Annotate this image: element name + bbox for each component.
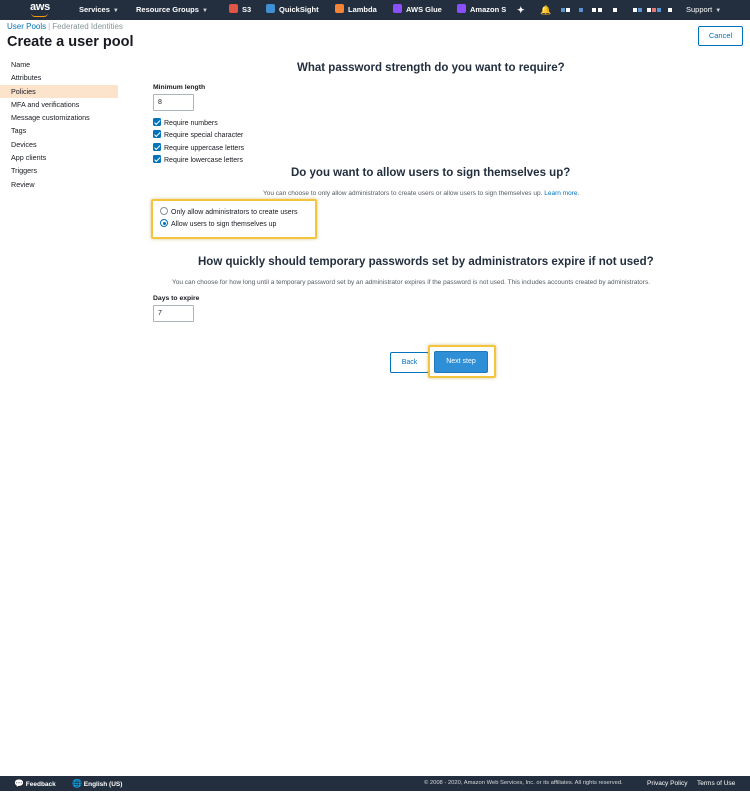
sidebar-item-tags[interactable]: Tags <box>0 124 118 137</box>
shortcut-lambda[interactable]: Lambda <box>335 0 377 20</box>
user-menu[interactable] <box>633 0 673 20</box>
sidebar-item-review[interactable]: Review <box>0 178 118 191</box>
password-expiry-description: You can choose for how long until a temp… <box>172 279 650 286</box>
signup-heading: Do you want to allow users to sign thems… <box>291 167 571 179</box>
chevron-down-icon: ▼ <box>201 8 208 14</box>
checkbox-checked-icon <box>153 155 161 163</box>
sidebar-item-triggers[interactable]: Triggers <box>0 164 118 177</box>
signup-description-text: You can choose to only allow administrat… <box>263 190 543 197</box>
password-strength-heading: What password strength do you want to re… <box>297 62 565 74</box>
wizard-sidebar: Name Attributes Policies MFA and verific… <box>0 58 118 191</box>
terms-of-use-link[interactable]: Terms of Use <box>697 776 735 791</box>
page-title: Create a user pool <box>7 34 134 50</box>
shortcut-s3[interactable]: S3 <box>229 0 251 20</box>
radio-label: Allow users to sign themselves up <box>171 221 277 228</box>
password-expiry-heading: How quickly should temporary passwords s… <box>198 256 654 268</box>
lambda-icon <box>335 4 344 13</box>
radio-unselected-icon <box>160 207 168 215</box>
sidebar-item-message-customizations[interactable]: Message customizations <box>0 111 118 124</box>
services-menu[interactable]: Services ▼ <box>79 0 119 20</box>
feedback-link[interactable]: 💬 Feedback <box>14 776 56 791</box>
checkbox-checked-icon <box>153 130 161 138</box>
days-to-expire-label: Days to expire <box>153 295 200 302</box>
chevron-down-icon: ▼ <box>112 8 119 14</box>
shortcut-amazon-s[interactable]: Amazon S <box>457 0 506 20</box>
sidebar-item-app-clients[interactable]: App clients <box>0 151 118 164</box>
require-numbers-checkbox[interactable]: Require numbers <box>153 118 218 128</box>
feedback-label: Feedback <box>25 781 56 788</box>
checkbox-label: Require uppercase letters <box>164 145 245 152</box>
shortcut-label: AWS Glue <box>406 5 442 14</box>
globe-icon: 🌐 <box>72 779 82 788</box>
radio-selected-icon <box>160 219 168 227</box>
sidebar-item-name[interactable]: Name <box>0 58 118 71</box>
shortcut-label: QuickSight <box>279 5 319 14</box>
aws-logo[interactable]: aws <box>30 1 50 13</box>
quicksight-icon <box>266 4 275 13</box>
require-lowercase-checkbox[interactable]: Require lowercase letters <box>153 155 243 165</box>
checkbox-checked-icon <box>153 143 161 151</box>
shortcut-quicksight[interactable]: QuickSight <box>266 0 319 20</box>
cancel-button[interactable]: Cancel <box>698 26 743 46</box>
s3-icon <box>229 4 238 13</box>
learn-more-link[interactable]: Learn more. <box>544 190 579 197</box>
shortcut-label: Lambda <box>348 5 377 14</box>
checkbox-label: Require lowercase letters <box>164 157 243 164</box>
resource-groups-label: Resource Groups <box>136 5 199 14</box>
breadcrumb-separator: | <box>48 22 51 31</box>
privacy-policy-link[interactable]: Privacy Policy <box>647 776 687 791</box>
glue-icon <box>393 4 402 13</box>
resource-groups-menu[interactable]: Resource Groups ▼ <box>136 0 208 20</box>
shortcut-label: Amazon S <box>470 5 507 14</box>
amazon-s-icon <box>457 4 466 13</box>
chevron-down-icon: ▼ <box>715 8 722 14</box>
sidebar-item-attributes[interactable]: Attributes <box>0 71 118 84</box>
copyright-text: © 2008 - 2020, Amazon Web Services, Inc.… <box>424 780 623 786</box>
only-admins-radio[interactable]: Only allow administrators to create user… <box>160 207 297 218</box>
minimum-length-label: Minimum length <box>153 84 206 91</box>
checkbox-label: Require special character <box>164 132 244 139</box>
minimum-length-input[interactable]: 8 <box>153 94 194 111</box>
breadcrumb: User Pools | Federated Identities <box>7 22 123 31</box>
federated-identities-link[interactable]: Federated Identities <box>52 22 123 31</box>
region-menu[interactable] <box>598 0 618 20</box>
require-uppercase-checkbox[interactable]: Require uppercase letters <box>153 143 244 153</box>
top-navigation-bar: aws Services ▼ Resource Groups ▼ S3 QuickS… <box>0 0 750 20</box>
feedback-icon: 💬 <box>14 779 24 788</box>
next-step-button[interactable]: Next step <box>434 351 488 373</box>
days-to-expire-input[interactable]: 7 <box>153 305 194 322</box>
sidebar-item-mfa[interactable]: MFA and verifications <box>0 98 118 111</box>
support-menu[interactable]: Support ▼ <box>686 0 721 20</box>
aws-smile-icon <box>31 13 48 17</box>
account-menu[interactable] <box>561 0 597 20</box>
sidebar-item-devices[interactable]: Devices <box>0 138 118 151</box>
bell-icon[interactable]: 🔔 <box>540 0 551 20</box>
checkbox-checked-icon <box>153 118 161 126</box>
support-label: Support <box>686 5 713 14</box>
sidebar-item-policies[interactable]: Policies <box>0 84 118 98</box>
shortcut-aws-glue[interactable]: AWS Glue <box>393 0 442 20</box>
shortcut-label: S3 <box>242 5 252 14</box>
services-label: Services <box>79 5 110 14</box>
language-label: English (US) <box>83 781 123 788</box>
require-special-character-checkbox[interactable]: Require special character <box>153 130 243 140</box>
footer: 💬 Feedback 🌐 English (US) © 2008 - 2020,… <box>0 776 750 791</box>
user-pools-link[interactable]: User Pools <box>7 22 46 31</box>
allow-self-signup-radio[interactable]: Allow users to sign themselves up <box>160 219 276 230</box>
radio-label: Only allow administrators to create user… <box>171 209 298 216</box>
pin-icon[interactable]: ✦ <box>517 0 525 20</box>
checkbox-label: Require numbers <box>164 120 218 127</box>
back-button[interactable]: Back <box>390 352 429 373</box>
signup-description: You can choose to only allow administrat… <box>263 190 579 197</box>
language-selector[interactable]: 🌐 English (US) <box>72 776 122 791</box>
